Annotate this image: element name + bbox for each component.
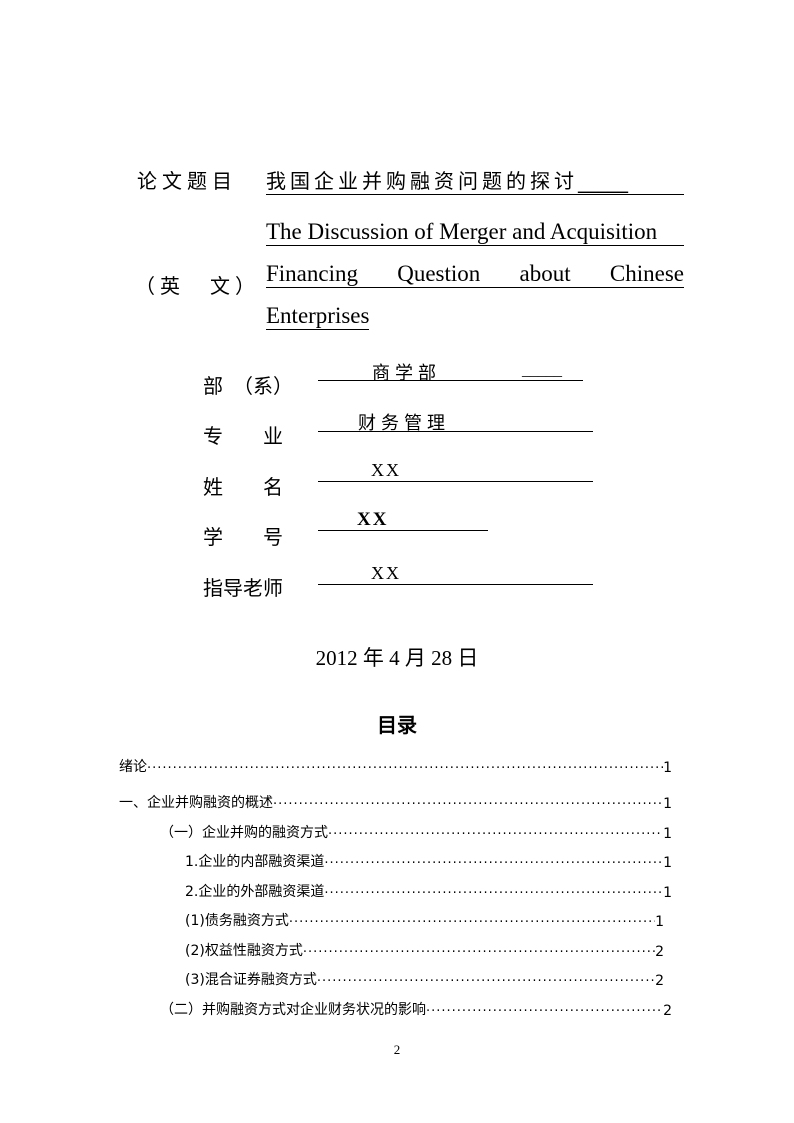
field-line-department xyxy=(318,380,583,381)
english-label: （英 文） xyxy=(135,274,260,298)
title-en-word: about xyxy=(519,261,571,286)
toc-entry-page: 1 xyxy=(663,796,672,812)
toc-leader-dots: ········································… xyxy=(273,798,664,812)
toc-leader-dots: ········································… xyxy=(324,857,664,871)
toc-leader-dots: ········································… xyxy=(316,975,656,989)
field-label-advisor: 指导老师 xyxy=(203,576,283,600)
title-cn: 我国企业并购融资问题的探讨_____ xyxy=(266,165,684,195)
toc-entry-title: （一）企业并购的融资方式 xyxy=(160,825,328,841)
toc-entry[interactable]: (3)混合证券融资方式 ·····························… xyxy=(185,969,664,989)
date: 2012 年 4 月 28 日 xyxy=(315,646,479,670)
toc-entry[interactable]: (1)债务融资方式 ·······························… xyxy=(185,910,664,930)
toc-entry-title: (1)债务融资方式 xyxy=(185,913,289,929)
toc-entry-title: 绪论 xyxy=(119,759,147,775)
field-value-department: 商学部 xyxy=(372,363,441,384)
field-label-department: 部 （系） xyxy=(203,374,293,398)
toc-entry-page: 1 xyxy=(663,885,672,901)
toc-entry-title: 一、企业并购融资的概述 xyxy=(119,795,273,811)
field-value-name: XX xyxy=(371,460,401,480)
toc-entry[interactable]: 2.企业的外部融资渠道 ·····························… xyxy=(185,881,672,901)
toc-entry-title: 2.企业的外部融资渠道 xyxy=(185,884,325,900)
page-number: 2 xyxy=(393,1042,401,1057)
field-value-major: 财务管理 xyxy=(358,413,450,434)
toc-leader-dots: ········································… xyxy=(328,828,663,842)
toc-leader-dots: ········································… xyxy=(302,946,655,960)
toc-entry[interactable]: (2)权益性融资方式 ······························… xyxy=(185,940,664,960)
toc-leader-dots: ········································… xyxy=(426,1005,664,1019)
toc-entry[interactable]: 一、企业并购融资的概述 ·····························… xyxy=(119,792,672,812)
toc-leader-dots: ········································… xyxy=(288,916,655,930)
title-en-line-1: The Discussion of Merger and Acquisition xyxy=(266,219,684,246)
toc-entry-page: 1 xyxy=(663,826,672,842)
title-en-line-3: Enterprises xyxy=(266,303,370,330)
toc-entry-title: （二）并购融资方式对企业财务状况的影响 xyxy=(160,1002,426,1018)
toc-heading: 目录 xyxy=(377,713,417,737)
toc-entry[interactable]: 绪论 ······································… xyxy=(119,756,672,776)
field-line-student-id xyxy=(318,530,488,531)
toc-entry-title: (3)混合证券融资方式 xyxy=(185,972,317,988)
toc-entry[interactable]: 1.企业的内部融资渠道 ·····························… xyxy=(185,851,672,871)
field-value-advisor: XX xyxy=(371,563,401,583)
title-cn-text: 我国企业并购融资问题的探讨 xyxy=(266,169,578,193)
toc-entry[interactable]: （一）企业并购的融资方式 ····························… xyxy=(160,822,672,842)
title-en-word: Financing xyxy=(266,261,358,286)
toc-entry-page: 2 xyxy=(663,1003,672,1019)
toc-entry-page: 1 xyxy=(655,914,664,930)
toc-entry-page: 1 xyxy=(663,855,672,871)
toc-leader-dots: ········································… xyxy=(324,887,664,901)
field-label-student-id: 学 号 xyxy=(203,525,283,549)
title-en-word: Question xyxy=(397,261,481,286)
toc-entry-title: (2)权益性融资方式 xyxy=(185,943,303,959)
title-label: 论文题目 xyxy=(137,169,237,193)
toc-entry-page: 2 xyxy=(655,944,664,960)
title-cn-suffix: _____ xyxy=(578,169,628,193)
toc-leader-dots: ········································… xyxy=(147,762,663,776)
field-value-student-id: XX xyxy=(357,509,389,530)
field-line-advisor xyxy=(318,584,593,585)
title-en-word: Chinese xyxy=(609,261,684,286)
toc-entry-title: 1.企业的内部融资渠道 xyxy=(185,854,325,870)
field-label-major: 专 业 xyxy=(203,424,283,448)
field-line-name xyxy=(318,481,593,482)
toc-entry-page: 1 xyxy=(663,760,672,776)
title-en-line-2: Financing Question about Chinese xyxy=(266,261,684,288)
toc-entry-page: 2 xyxy=(655,973,664,989)
field-label-name: 姓 名 xyxy=(203,475,283,499)
toc-entry[interactable]: （二）并购融资方式对企业财务状况的影响 ·····················… xyxy=(160,999,672,1019)
field-suffix-department: _____ xyxy=(522,362,562,379)
